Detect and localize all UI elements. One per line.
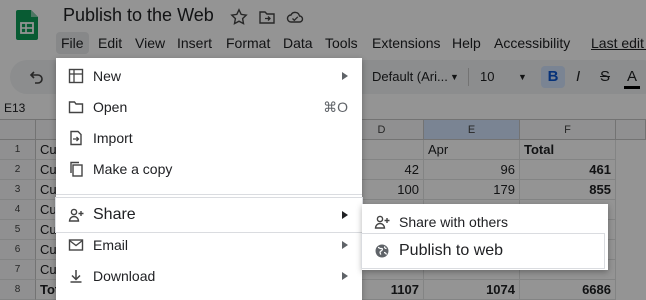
file-menu-label: Open bbox=[93, 99, 128, 115]
submenu-arrow-icon bbox=[342, 272, 348, 280]
submenu-arrow-icon bbox=[342, 211, 348, 219]
file-menu-label: Make a copy bbox=[93, 161, 173, 177]
file-menu-share[interactable]: Share bbox=[56, 198, 362, 232]
email-icon bbox=[68, 239, 84, 251]
copy-icon bbox=[70, 161, 83, 177]
file-menu: New Open ⌘O Import Make a copy Email Dow… bbox=[56, 58, 362, 300]
file-menu-label: Download bbox=[93, 268, 156, 284]
menu-divider bbox=[56, 194, 362, 195]
file-menu-open[interactable]: Open ⌘O bbox=[56, 92, 362, 122]
share-with-others-item[interactable]: Share with others bbox=[362, 207, 608, 237]
file-menu-label: Email bbox=[93, 237, 129, 253]
file-menu-label: Share bbox=[93, 206, 136, 223]
file-menu-make-a-copy[interactable]: Make a copy bbox=[56, 154, 362, 184]
share-submenu-label: Publish to web bbox=[399, 242, 504, 259]
file-menu-email[interactable]: Email bbox=[56, 230, 362, 260]
submenu-arrow-icon bbox=[342, 72, 348, 80]
file-menu-new[interactable]: New bbox=[56, 61, 362, 91]
shortcut-label: ⌘O bbox=[323, 99, 348, 115]
share-submenu-label: Share with others bbox=[399, 214, 508, 230]
file-menu-label: New bbox=[93, 68, 122, 84]
file-menu-download[interactable]: Download bbox=[56, 261, 362, 291]
submenu-arrow-icon bbox=[342, 241, 348, 249]
publish-to-web-item[interactable]: Publish to web bbox=[362, 234, 604, 268]
new-spreadsheet-icon bbox=[68, 68, 84, 84]
file-menu-import[interactable]: Import bbox=[56, 123, 362, 153]
import-file-icon bbox=[70, 130, 82, 146]
download-icon bbox=[70, 270, 82, 283]
file-menu-label: Import bbox=[93, 130, 133, 146]
add-person-icon bbox=[68, 208, 84, 222]
globe-icon bbox=[375, 244, 389, 258]
folder-icon bbox=[68, 101, 84, 114]
add-person-icon bbox=[374, 215, 390, 229]
